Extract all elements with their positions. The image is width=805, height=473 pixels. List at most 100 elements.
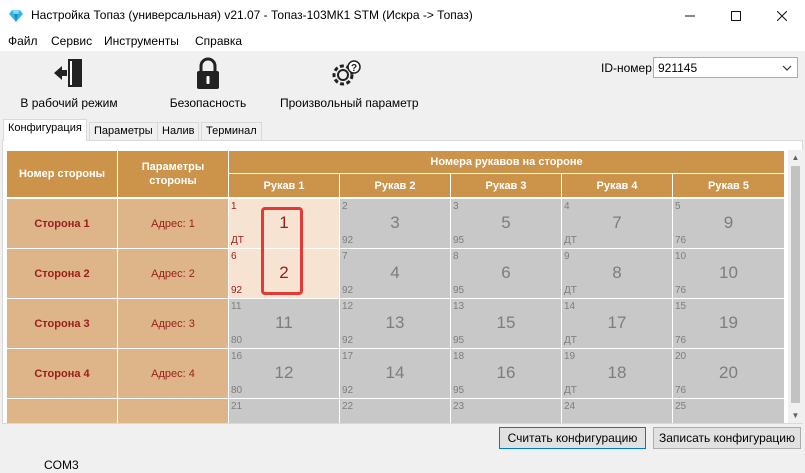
nozzle-cell[interactable]: 21	[228, 398, 340, 423]
fuel-type: 92	[342, 335, 354, 346]
nozzle-id: 16	[231, 351, 243, 362]
nozzle-number: 13	[385, 313, 405, 332]
nozzle-cell[interactable]: 9 8 ДТ	[561, 248, 673, 299]
work-mode-button[interactable]: В рабочий режим	[20, 51, 118, 115]
tab-filling[interactable]: Налив	[157, 122, 200, 141]
menu-service[interactable]: Сервис	[51, 34, 92, 48]
header-side-number: Номер стороны	[6, 150, 118, 198]
nozzle-cell[interactable]: 18 16 95	[450, 348, 562, 399]
custom-param-button[interactable]: ? Произвольный параметр	[280, 51, 419, 115]
nozzle-number: 12	[274, 363, 294, 382]
header-nozzle-5: Рукав 5	[672, 173, 785, 198]
scroll-thumb[interactable]	[791, 166, 800, 403]
fuel-type: ДТ	[231, 235, 244, 246]
nozzle-cell[interactable]: 16 12 80	[228, 348, 340, 399]
fuel-type: 92	[231, 285, 243, 296]
nozzle-cell[interactable]: 8 6 95	[450, 248, 562, 299]
nozzle-id: 22	[342, 401, 354, 412]
side-cell[interactable]	[6, 398, 118, 423]
nozzle-cell[interactable]: 14 17 ДТ	[561, 298, 673, 349]
nozzle-id: 14	[564, 301, 576, 312]
nozzle-number: 6	[501, 263, 511, 282]
highlight-box	[261, 207, 303, 295]
tab-configuration[interactable]: Конфигурация	[3, 119, 87, 141]
nozzle-number: 11	[275, 313, 293, 332]
header-nozzle-group: Номера рукавов на стороне	[228, 150, 785, 174]
menu-file[interactable]: Файл	[8, 34, 38, 48]
maximize-icon[interactable]	[713, 0, 759, 31]
side-address-cell[interactable]	[117, 398, 229, 423]
nozzle-id: 6	[231, 251, 237, 262]
title-bar: Настройка Топаз (универсальная) v21.07 -…	[0, 0, 805, 31]
tab-parameters[interactable]: Параметры	[89, 122, 158, 141]
nozzle-cell[interactable]: 13 15 95	[450, 298, 562, 349]
nozzle-id: 8	[453, 251, 459, 262]
tab-terminal[interactable]: Терминал	[201, 122, 262, 141]
nozzle-cell[interactable]: 22	[339, 398, 451, 423]
vertical-scrollbar[interactable]: ▲ ▼	[788, 150, 803, 423]
nozzle-cell[interactable]: 20 20 76	[672, 348, 785, 399]
svg-text:?: ?	[351, 63, 357, 74]
nozzle-cell[interactable]: 4 7 ДТ	[561, 198, 673, 249]
scroll-up-icon[interactable]: ▲	[788, 150, 803, 165]
nozzle-id: 3	[453, 201, 459, 212]
nozzle-number: 4	[390, 263, 400, 282]
nozzle-number: 5	[501, 213, 511, 232]
nozzle-id: 15	[675, 301, 687, 312]
nozzle-cell[interactable]: 11 11 80	[228, 298, 340, 349]
window-title: Настройка Топаз (универсальная) v21.07 -…	[31, 8, 473, 22]
nozzle-number: 16	[496, 363, 516, 382]
minimize-icon[interactable]	[667, 0, 713, 31]
side-cell[interactable]: Сторона 3	[6, 298, 118, 349]
nozzle-cell[interactable]: 7 4 92	[339, 248, 451, 299]
nozzle-id: 24	[564, 401, 576, 412]
side-address-cell[interactable]: Адрес: 1	[117, 198, 229, 249]
nozzle-id: 17	[342, 351, 354, 362]
fuel-type: ДТ	[564, 335, 577, 346]
nozzle-id: 4	[564, 201, 570, 212]
work-mode-label: В рабочий режим	[20, 96, 118, 110]
fuel-type: ДТ	[564, 385, 577, 396]
nozzle-id: 25	[675, 401, 687, 412]
side-address-cell[interactable]: Адрес: 3	[117, 298, 229, 349]
tab-bar: Конфигурация Параметры Налив Терминал	[0, 119, 805, 141]
close-icon[interactable]	[759, 0, 805, 31]
nozzle-id: 9	[564, 251, 570, 262]
header-nozzle-2: Рукав 2	[339, 173, 451, 198]
header-side-params: Параметры стороны	[117, 150, 229, 198]
side-cell[interactable]: Сторона 2	[6, 248, 118, 299]
nozzle-id: 1	[231, 201, 237, 212]
fuel-type: 92	[342, 285, 354, 296]
nozzle-cell[interactable]: 24	[561, 398, 673, 423]
scroll-down-icon[interactable]: ▼	[788, 408, 803, 423]
security-button[interactable]: Безопасность	[165, 51, 251, 115]
read-config-button[interactable]: Считать конфигурацию	[499, 427, 646, 449]
id-number-select[interactable]: 921145	[653, 57, 798, 78]
side-address-cell[interactable]: Адрес: 4	[117, 348, 229, 399]
nozzle-cell[interactable]: 2 3 92	[339, 198, 451, 249]
side-address-cell[interactable]: Адрес: 2	[117, 248, 229, 299]
nozzle-cell[interactable]: 23	[450, 398, 562, 423]
nozzle-id: 10	[675, 251, 687, 262]
diamond-app-icon	[9, 10, 23, 25]
nozzle-cell[interactable]: 5 9 76	[672, 198, 785, 249]
nozzle-cell[interactable]: 3 5 95	[450, 198, 562, 249]
nozzle-id: 19	[564, 351, 576, 362]
nozzle-cell[interactable]: 12 13 92	[339, 298, 451, 349]
nozzle-cell[interactable]: 15 19 76	[672, 298, 785, 349]
nozzle-cell[interactable]: 17 14 92	[339, 348, 451, 399]
header-nozzle-1: Рукав 1	[228, 173, 340, 198]
configuration-panel: Номер стороны Параметры стороны Номера р…	[2, 140, 803, 424]
side-cell[interactable]: Сторона 1	[6, 198, 118, 249]
nozzle-cell[interactable]: 25	[672, 398, 785, 423]
menu-help[interactable]: Справка	[195, 34, 242, 48]
write-config-button[interactable]: Записать конфигурацию	[653, 427, 801, 449]
side-cell[interactable]: Сторона 4	[6, 348, 118, 399]
nozzle-cell[interactable]: 19 18 ДТ	[561, 348, 673, 399]
nozzle-id: 2	[342, 201, 348, 212]
fuel-type: 92	[342, 235, 354, 246]
chevron-down-icon	[782, 62, 792, 76]
gear-question-icon: ?	[332, 60, 361, 86]
menu-tools[interactable]: Инструменты	[104, 34, 179, 48]
nozzle-cell[interactable]: 10 10 76	[672, 248, 785, 299]
